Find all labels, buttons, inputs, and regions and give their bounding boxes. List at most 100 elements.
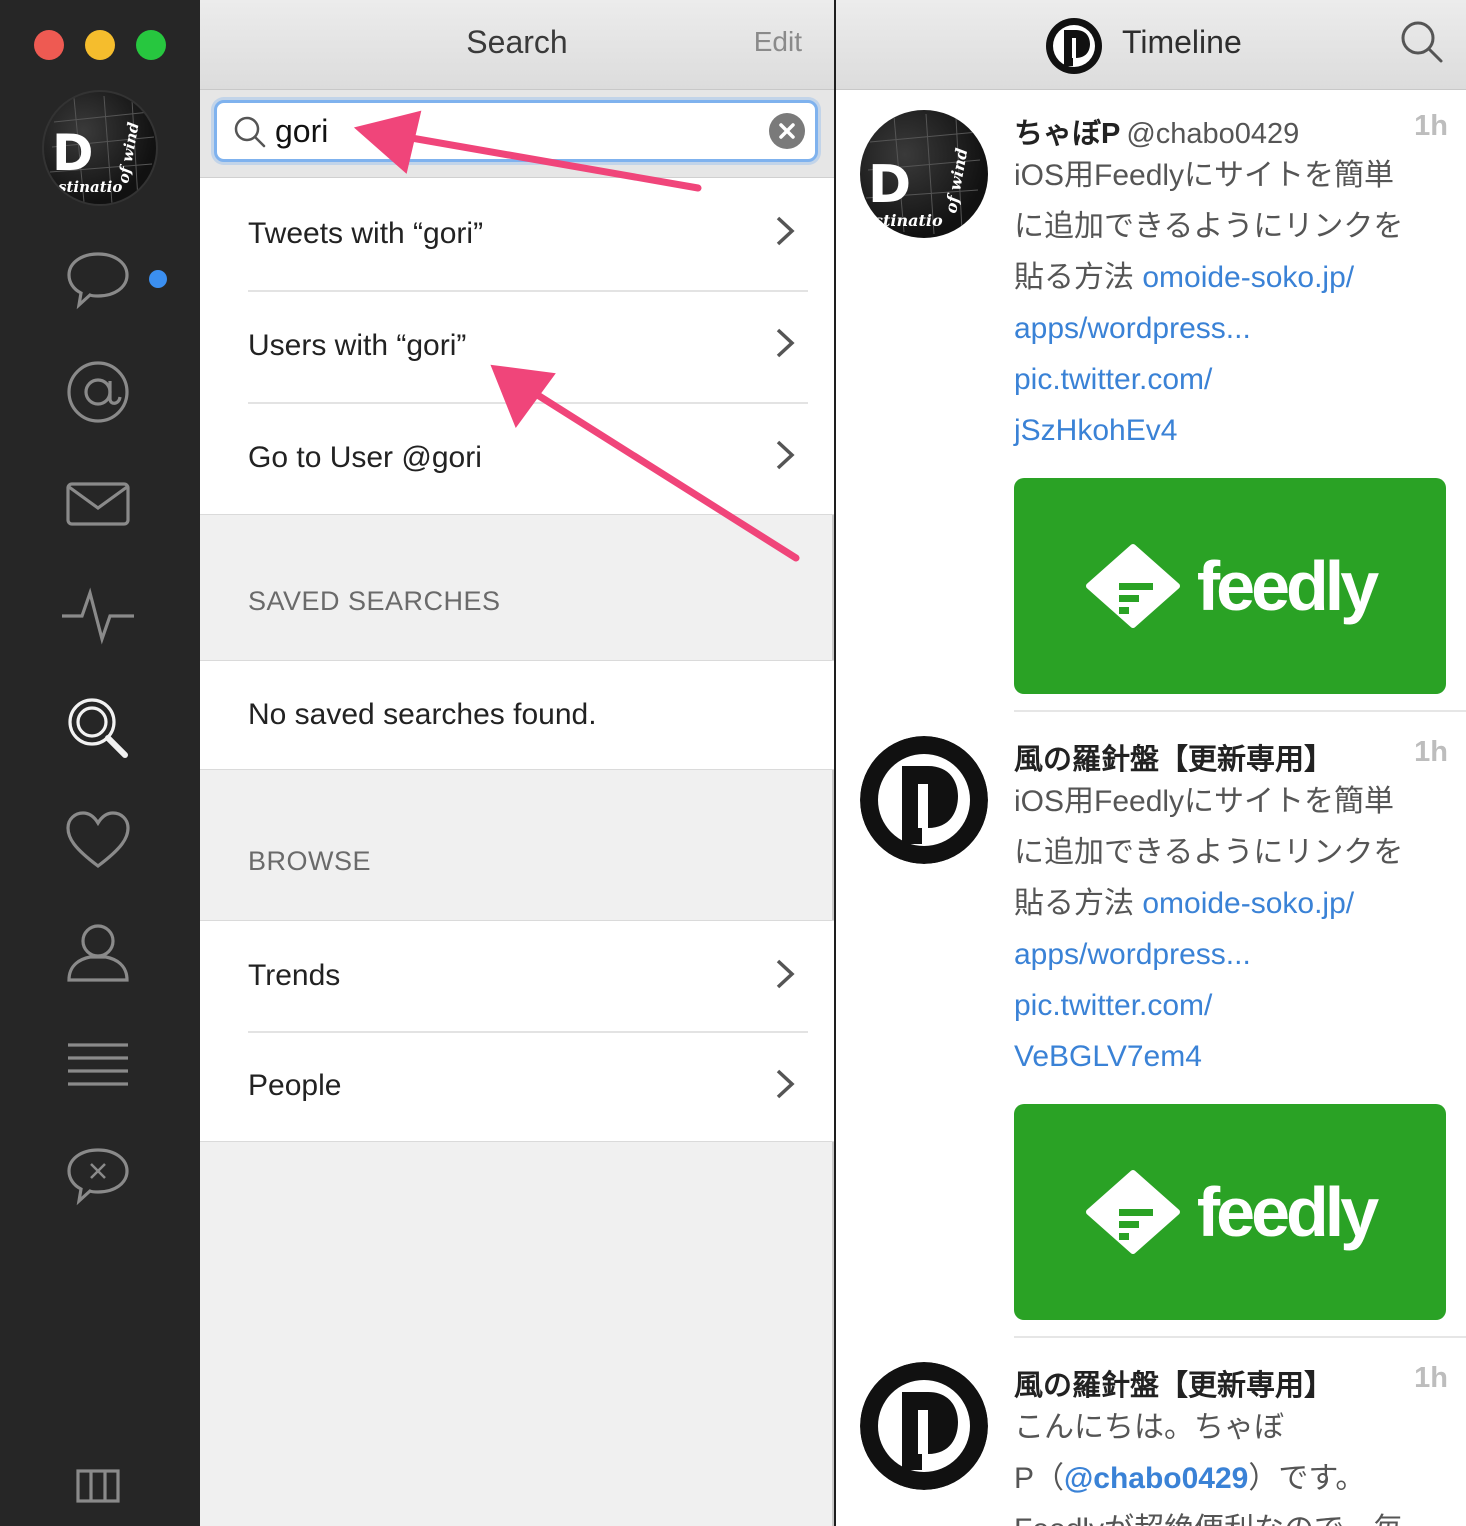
tweet-divider <box>1014 710 1466 712</box>
panel-title: Timeline <box>1122 24 1242 60</box>
browse-item-people[interactable]: People <box>200 1031 834 1141</box>
search-panel: Search Edit Tweets with “gori” Users wit… <box>200 0 834 1526</box>
tweet-header: ちゃぼP @chabo0429 1h <box>1014 110 1448 150</box>
tweet-text: iOS用Feedlyにサイトを簡単 に追加できるようにリンクを 貼る方法 omo… <box>1014 776 1448 1082</box>
search-field[interactable] <box>214 100 818 162</box>
search-input[interactable] <box>275 111 755 151</box>
tweet-timestamp: 1h <box>1414 1362 1448 1394</box>
users-with-query-row[interactable]: Users with “gori” <box>200 290 834 402</box>
tweet-link[interactable]: pic.twitter.com/ <box>1014 354 1448 405</box>
browse-list: Trends People <box>200 920 834 1142</box>
tweet-header: 風の羅針盤【更新専用】 1h <box>1014 736 1448 776</box>
tweet-link[interactable]: omoide-soko.jp/ <box>1142 261 1354 294</box>
search-bar <box>200 90 834 178</box>
tweet-text-line: iOS用Feedlyにサイトを簡単 <box>1014 159 1395 192</box>
panel-title: Search <box>466 24 568 60</box>
app-logo-icon <box>1046 18 1102 74</box>
magnifier-icon <box>233 115 267 154</box>
tweet-author-name[interactable]: 風の羅針盤【更新専用】 <box>1014 744 1333 776</box>
row-label: Go to User @gori <box>248 441 482 474</box>
svg-text:D: D <box>52 124 94 182</box>
clear-search-icon[interactable] <box>769 113 805 149</box>
media-preview[interactable]: feedly <box>1014 1104 1446 1320</box>
tweet-timestamp: 1h <box>1414 110 1448 142</box>
tweet-author-handle[interactable]: @chabo0429 <box>1126 118 1299 150</box>
activity-icon[interactable] <box>62 580 134 652</box>
timeline-panel: Timeline D stinatio of wind ちゃぼP @chabo04… <box>836 0 1466 1526</box>
sidebar: D stinatio of wind <box>0 0 200 1526</box>
chevron-right-icon <box>776 328 795 358</box>
search-results-list: Tweets with “gori” Users with “gori” Go … <box>200 178 834 515</box>
chevron-right-icon <box>776 1069 795 1099</box>
svg-text:of wind: of wind <box>114 120 143 184</box>
tweet-link[interactable]: apps/wordpress... <box>1014 303 1448 354</box>
avatar[interactable] <box>860 736 988 864</box>
tweet-link[interactable]: omoide-soko.jp/ <box>1142 887 1354 920</box>
speech-bubble-icon[interactable] <box>62 244 134 316</box>
row-label: Tweets with “gori” <box>248 217 484 250</box>
user-icon[interactable] <box>62 916 134 988</box>
go-to-user-row[interactable]: Go to User @gori <box>200 402 834 514</box>
list-icon[interactable] <box>62 1028 134 1100</box>
columns-icon[interactable] <box>62 1450 134 1522</box>
tweets-with-query-row[interactable]: Tweets with “gori” <box>200 178 834 290</box>
heart-icon[interactable] <box>62 804 134 876</box>
svg-text:stinatio: stinatio <box>873 211 943 230</box>
chevron-right-icon <box>776 440 795 470</box>
row-label: Users with “gori” <box>248 329 467 362</box>
tweet-text-line: に追加できるようにリンクを <box>1014 210 1404 243</box>
tweet-link[interactable]: VeBGLV7em4 <box>1014 1031 1448 1082</box>
tweet-text-fragment: P（ <box>1014 1462 1065 1495</box>
tweet-mention[interactable]: @chabo0429 <box>1064 1462 1248 1495</box>
window-minimize-button[interactable] <box>85 30 115 60</box>
tweet-link[interactable]: apps/wordpress... <box>1014 929 1448 980</box>
browse-header: BROWSE <box>248 846 372 876</box>
tweet-text-prefix: 貼る方法 <box>1014 261 1143 294</box>
tweet-text-prefix: 貼る方法 <box>1014 887 1143 920</box>
timeline-header: Timeline <box>836 0 1466 90</box>
svg-text:stinatio: stinatio <box>58 178 122 196</box>
feedly-logo-icon <box>1085 1170 1180 1254</box>
feedly-logo-icon <box>1085 544 1180 628</box>
media-preview[interactable]: feedly <box>1014 478 1446 694</box>
tweet-text-line: Feedlyが超絶便利なので、毎 <box>1014 1504 1448 1526</box>
saved-searches-list: No saved searches found. <box>200 660 834 770</box>
empty-saved-searches-text: No saved searches found. <box>248 698 597 731</box>
unread-indicator <box>149 270 167 288</box>
envelope-icon[interactable] <box>62 468 134 540</box>
window-close-button[interactable] <box>34 30 64 60</box>
tweet-link[interactable]: pic.twitter.com/ <box>1014 980 1448 1031</box>
media-card-label: feedly <box>1196 1173 1379 1251</box>
media-card-label: feedly <box>1196 547 1379 625</box>
tweet-text-line: iOS用Feedlyにサイトを簡単 <box>1014 785 1395 818</box>
tweet-text-line: に追加できるようにリンクを <box>1014 836 1404 869</box>
edit-button[interactable]: Edit <box>754 26 802 58</box>
account-avatar[interactable]: D stinatio of wind <box>42 90 158 206</box>
tweet-body: 風の羅針盤【更新専用】 1h こんにちは。ちゃぼ P（@chabo0429）です… <box>1014 1362 1448 1526</box>
tweet-body: ちゃぼP @chabo0429 1h iOS用Feedlyにサイトを簡単 に追加で… <box>1014 110 1448 694</box>
at-sign-icon[interactable] <box>62 356 134 428</box>
chevron-right-icon <box>776 959 795 989</box>
tweet-body: 風の羅針盤【更新専用】 1h iOS用Feedlyにサイトを簡単 に追加できるよ… <box>1014 736 1448 1320</box>
muted-bubble-icon[interactable] <box>62 1140 134 1212</box>
tweet-text-line: こんにちは。ちゃぼ <box>1014 1411 1284 1444</box>
svg-text:of wind: of wind <box>941 147 971 215</box>
search-icon[interactable] <box>1400 20 1444 64</box>
row-label: People <box>248 1069 342 1102</box>
browse-item-trends[interactable]: Trends <box>200 921 834 1031</box>
tweet-author-name[interactable]: 風の羅針盤【更新専用】 <box>1014 1370 1333 1402</box>
search-icon[interactable] <box>62 692 134 764</box>
window-zoom-button[interactable] <box>136 30 166 60</box>
tweet-link[interactable]: jSzHkohEv4 <box>1014 405 1448 456</box>
tweet-text-fragment: ）です。 <box>1248 1462 1366 1495</box>
tweet-header: 風の羅針盤【更新専用】 1h <box>1014 1362 1448 1402</box>
tweet-text: こんにちは。ちゃぼ P（@chabo0429）です。 Feedlyが超絶便利なの… <box>1014 1402 1448 1526</box>
tweet-author-name[interactable]: ちゃぼP <box>1014 118 1120 150</box>
row-label: Trends <box>248 959 341 992</box>
chevron-right-icon <box>776 216 795 246</box>
avatar[interactable]: D stinatio of wind <box>860 110 988 238</box>
avatar[interactable] <box>860 1362 988 1490</box>
tweet-divider <box>1014 1336 1466 1338</box>
svg-text:D: D <box>868 155 911 215</box>
saved-searches-header: SAVED SEARCHES <box>248 586 501 616</box>
